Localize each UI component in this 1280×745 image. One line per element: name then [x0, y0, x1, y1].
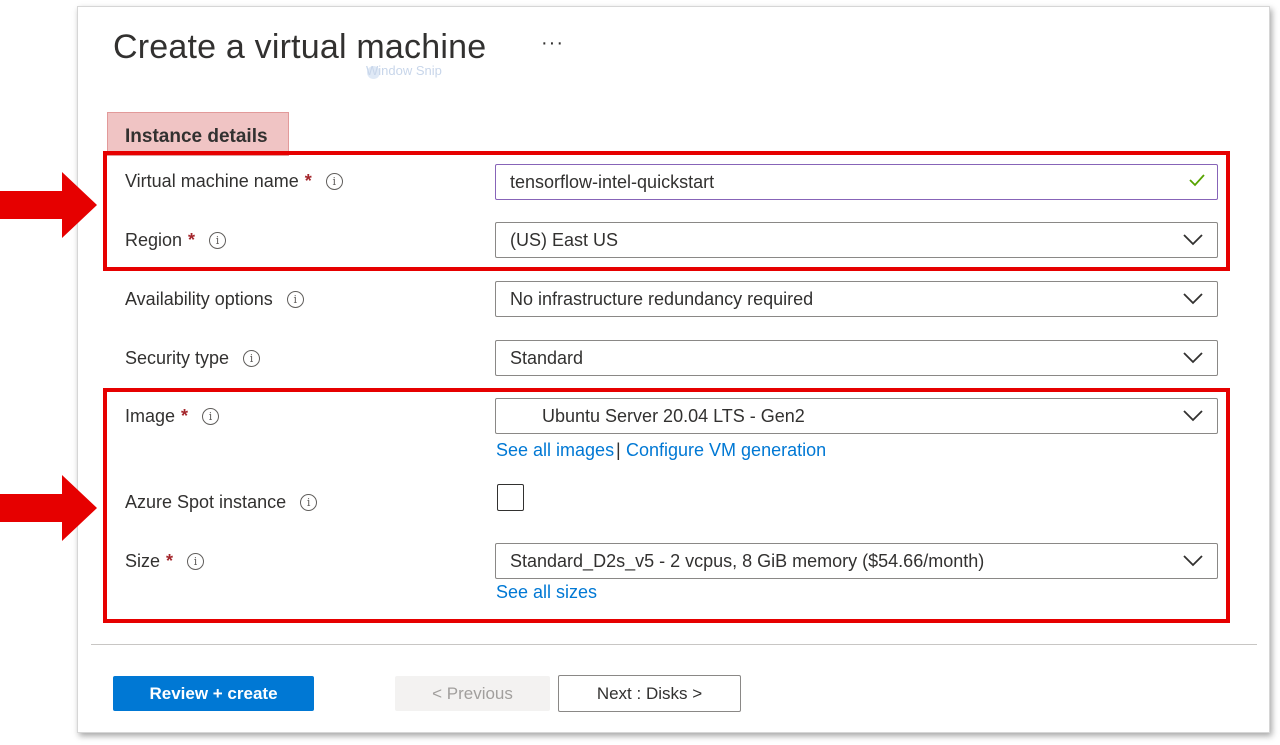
- availability-label-text: Availability options: [125, 289, 273, 309]
- security-value: Standard: [510, 347, 584, 368]
- red-arrow-icon: [0, 172, 97, 238]
- more-options-button[interactable]: ···: [541, 32, 564, 55]
- footer-divider: [91, 644, 1257, 645]
- annotation-box-name-region: [103, 151, 1230, 271]
- red-arrow-icon: [0, 475, 97, 541]
- security-label: Security type i: [125, 348, 261, 369]
- availability-dropdown[interactable]: No infrastructure redundancy required: [495, 281, 1218, 317]
- page-title: Create a virtual machine: [113, 28, 487, 66]
- review-create-button[interactable]: Review + create: [113, 676, 314, 711]
- annotation-box-image-size: [103, 388, 1230, 623]
- previous-button[interactable]: < Previous: [395, 676, 550, 711]
- chevron-down-icon: [1183, 352, 1203, 364]
- next-disks-button[interactable]: Next : Disks >: [558, 675, 741, 712]
- info-icon[interactable]: i: [243, 350, 261, 367]
- section-title: Instance details: [125, 126, 268, 147]
- security-type-dropdown[interactable]: Standard: [495, 340, 1218, 376]
- chevron-down-icon: [1183, 293, 1203, 305]
- security-label-text: Security type: [125, 348, 230, 368]
- availability-value: No infrastructure redundancy required: [510, 288, 814, 309]
- info-icon[interactable]: i: [286, 291, 304, 308]
- availability-label: Availability options i: [125, 289, 304, 310]
